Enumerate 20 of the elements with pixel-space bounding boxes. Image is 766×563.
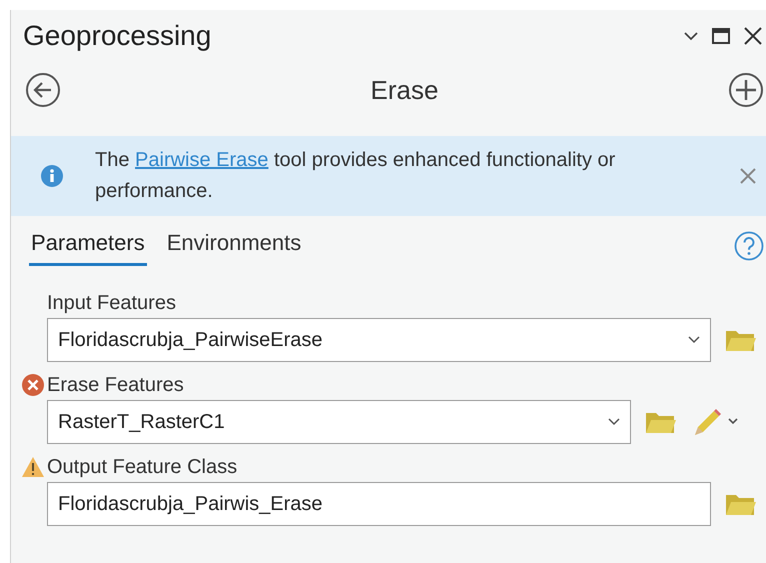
tool-title: Erase <box>370 74 440 106</box>
parameter-label: Erase Features <box>47 373 184 398</box>
info-message: The Pairwise Erase tool provides enhanced functionality or performance. <box>95 148 616 204</box>
info-icon <box>41 165 63 187</box>
chevron-down-icon[interactable] <box>688 336 700 344</box>
back-icon[interactable] <box>25 72 61 108</box>
dropdown-field[interactable]: Floridascrubja_PairwiseErase <box>47 318 711 362</box>
chevron-down-icon[interactable] <box>684 31 698 41</box>
add-icon[interactable] <box>728 72 764 108</box>
dropdown-field[interactable]: RasterT_RasterC1 <box>47 400 631 444</box>
close-icon[interactable] <box>744 27 762 45</box>
parameter-label: Input Features <box>47 291 176 316</box>
parameter-label: Output Feature Class <box>47 455 238 480</box>
help-icon[interactable] <box>734 231 764 261</box>
maximize-icon[interactable] <box>712 28 730 44</box>
tab[interactable]: Environments <box>164 226 304 266</box>
window-title: Geoprocessing <box>23 19 212 53</box>
tab[interactable]: Parameters <box>29 226 147 266</box>
input-field[interactable]: Floridascrubja_Pairwis_Erase <box>47 482 711 526</box>
chevron-down-icon[interactable] <box>608 418 620 426</box>
